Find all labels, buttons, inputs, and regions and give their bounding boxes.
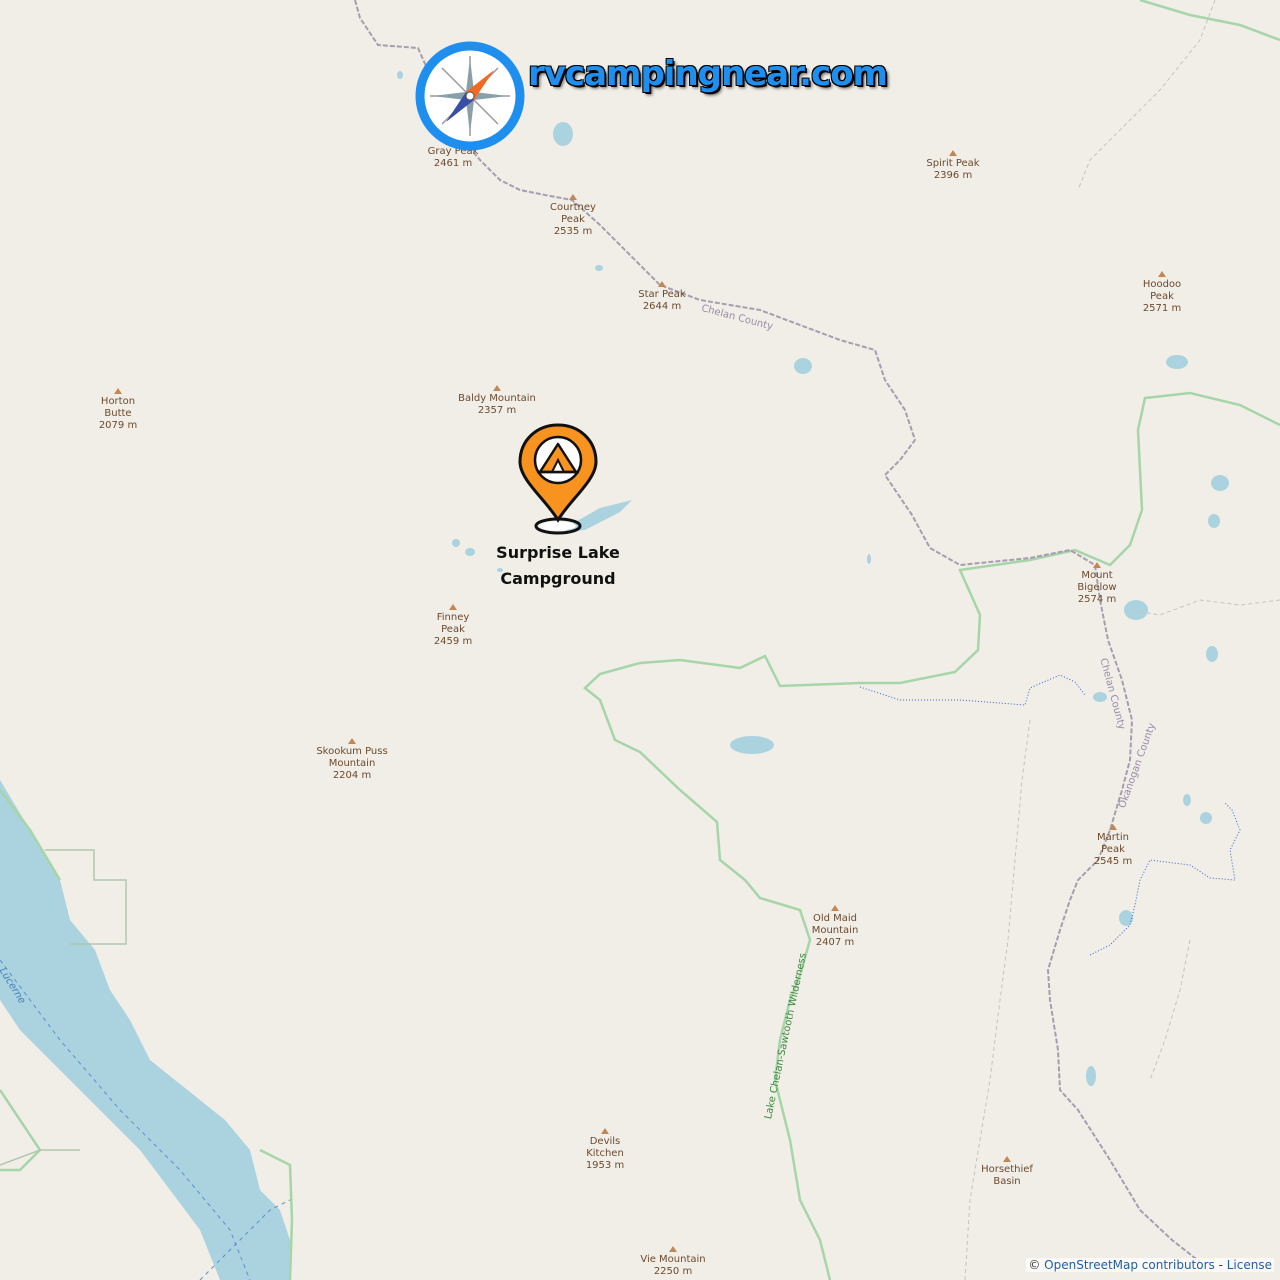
peak-triangle-icon	[114, 388, 122, 394]
map-view[interactable]: Gray Peak 2461 m Courtney Peak 2535 m Spir…	[0, 0, 1280, 1280]
peak-elevation: 2357 m	[477, 405, 517, 416]
peak-name: Courtney Peak	[550, 202, 596, 225]
license-link[interactable]: License	[1227, 1258, 1272, 1272]
peak-elevation: 2204 m	[332, 770, 372, 781]
peak-horton: Horton Butte 2079 m	[58, 388, 178, 432]
peak-triangle-icon	[493, 385, 501, 391]
peak-elevation: 1953 m	[585, 1160, 625, 1171]
attribution-separator: -	[1214, 1258, 1227, 1272]
peak-name: Devils Kitchen	[586, 1136, 624, 1159]
peak-triangle-icon	[1003, 1156, 1011, 1162]
peak-name: Star Peak	[638, 289, 686, 300]
attribution-prefix: ©	[1028, 1258, 1045, 1272]
peak-elevation: 2459 m	[433, 636, 473, 647]
peak-triangle-icon	[1093, 562, 1101, 568]
peak-elevation: 2545 m	[1093, 856, 1133, 867]
map-attribution: © OpenStreetMap contributors - License	[1026, 1258, 1274, 1272]
map-base-layer	[0, 0, 1280, 1280]
peak-name: Old Maid Mountain	[811, 913, 859, 936]
compass-icon	[415, 41, 525, 151]
peak-name: Horton Butte	[100, 396, 136, 419]
peak-elevation: 2535 m	[553, 226, 593, 237]
peak-name: Mount Bigelow	[1077, 570, 1117, 593]
peak-name: Skookum Puss Mountain	[316, 746, 388, 769]
peak-name: Spirit Peak	[926, 158, 980, 169]
campground-marker[interactable]	[516, 422, 600, 538]
peak-triangle-icon	[449, 604, 457, 610]
peak-name: Finney Peak	[436, 612, 470, 635]
peak-name: Baldy Mountain	[458, 393, 536, 404]
peak-hoodoo: Hoodoo Peak 2571 m	[1102, 271, 1222, 315]
peak-baldy: Baldy Mountain 2357 m	[437, 385, 557, 417]
brand-logo[interactable]: rvcampingnear.com	[414, 40, 888, 152]
peak-triangle-icon	[1109, 824, 1117, 830]
peak-elevation: 2574 m	[1077, 594, 1117, 605]
peak-name: Hoodoo Peak	[1142, 279, 1182, 302]
peak-horsethief: Horsethief Basin	[947, 1156, 1067, 1188]
peak-triangle-icon	[1158, 271, 1166, 277]
peak-bigelow: Mount Bigelow 2574 m	[1037, 562, 1157, 606]
peak-elevation: 2407 m	[815, 937, 855, 948]
peak-triangle-icon	[348, 738, 356, 744]
peak-elevation: 2396 m	[933, 170, 973, 181]
peak-elevation: 2079 m	[98, 420, 138, 431]
osm-link[interactable]: OpenStreetMap contributors	[1044, 1258, 1215, 1272]
peak-triangle-icon	[601, 1128, 609, 1134]
peak-elevation: 2571 m	[1142, 303, 1182, 314]
campground-label[interactable]: Surprise Lake Campground	[488, 540, 628, 592]
peak-triangle-icon	[669, 1246, 677, 1252]
peak-triangle-icon	[831, 905, 839, 911]
peak-name: Horsethief Basin	[981, 1164, 1033, 1187]
peak-name: Martin Peak	[1097, 832, 1129, 855]
peak-name: Vie Mountain	[640, 1254, 706, 1265]
peak-vie: Vie Mountain 2250 m	[613, 1246, 733, 1278]
peak-finney: Finney Peak 2459 m	[393, 604, 513, 648]
peak-old-maid: Old Maid Mountain 2407 m	[775, 905, 895, 949]
peak-elevation: 2250 m	[653, 1266, 693, 1277]
peak-martin: Martin Peak 2545 m	[1053, 824, 1173, 868]
peak-elevation: 2461 m	[433, 158, 473, 169]
brand-name: rvcampingnear.com	[528, 54, 888, 94]
peak-devils-kitchen: Devils Kitchen 1953 m	[545, 1128, 665, 1172]
peak-courtney: Courtney Peak 2535 m	[513, 194, 633, 238]
peak-spirit: Spirit Peak 2396 m	[893, 150, 1013, 182]
lake-chelan	[0, 780, 290, 1280]
peak-triangle-icon	[569, 194, 577, 200]
peak-triangle-icon	[658, 281, 666, 287]
peak-skookum: Skookum Puss Mountain 2204 m	[292, 738, 412, 782]
peak-triangle-icon	[949, 150, 957, 156]
